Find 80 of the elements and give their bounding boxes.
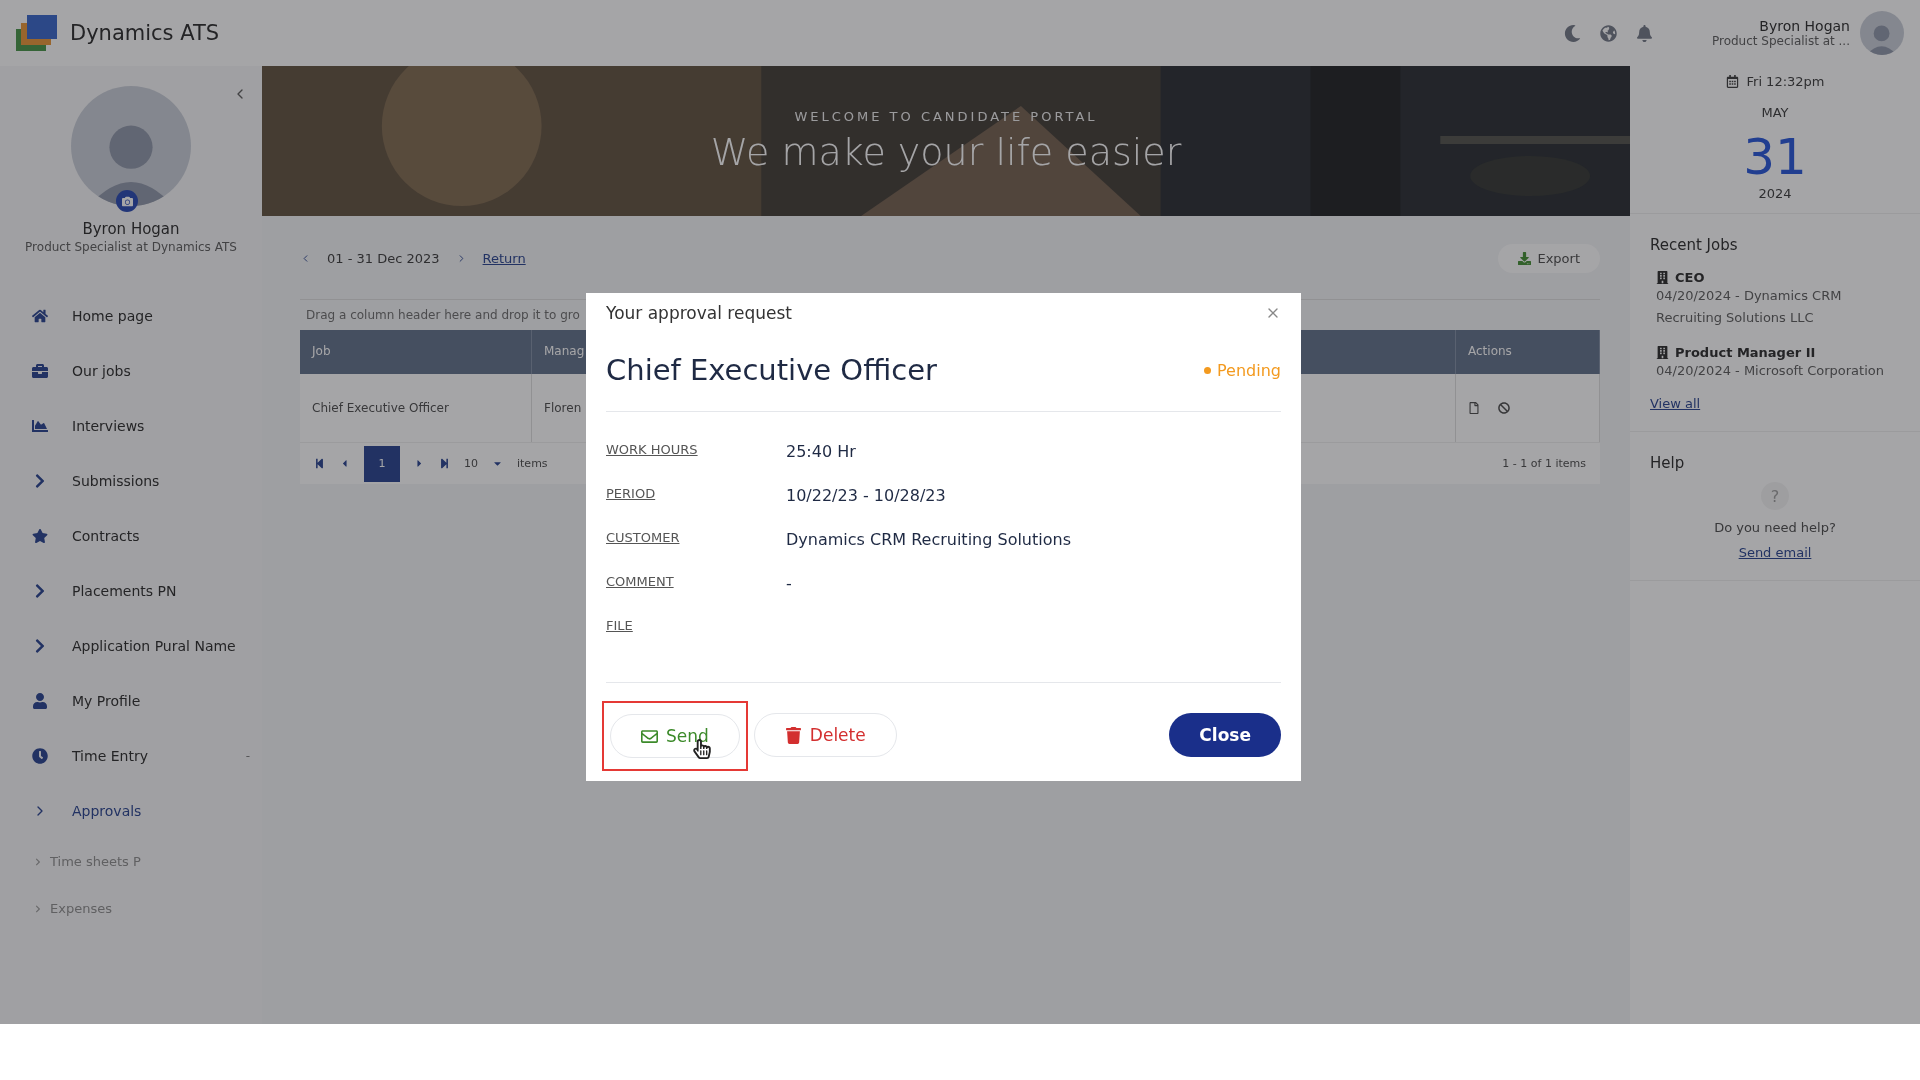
table-cell: Chief Executive Officer xyxy=(300,374,532,442)
building-icon xyxy=(1656,346,1669,359)
job-title[interactable]: CEO xyxy=(1656,270,1900,285)
nav-item[interactable]: Interviews xyxy=(0,398,262,453)
logo-icon xyxy=(16,13,58,53)
star-icon xyxy=(32,527,48,544)
building-icon xyxy=(1656,271,1669,284)
status-dot xyxy=(1204,366,1212,374)
field-label: CUSTOMER xyxy=(606,530,681,547)
return-link[interactable]: Return xyxy=(482,251,526,266)
column-header[interactable]: Actions xyxy=(1456,330,1600,374)
briefcase-icon xyxy=(32,362,48,379)
field-value: - xyxy=(786,574,793,595)
caret-icon xyxy=(34,904,42,913)
download-icon xyxy=(1518,252,1532,265)
close-button[interactable]: Close xyxy=(1169,713,1281,757)
last-page-icon[interactable] xyxy=(439,458,450,469)
date-range: 01 - 31 Dec 2023 xyxy=(327,251,440,266)
nav-item[interactable]: Time Entry - xyxy=(0,728,262,783)
caret-icon xyxy=(34,857,42,866)
clock-icon xyxy=(32,747,48,764)
page-button[interactable]: 1 xyxy=(364,445,400,482)
banner-kicker: WELCOME TO CANDIDATE PORTAL xyxy=(794,108,1098,124)
pager-summary: 1 - 1 of 1 items xyxy=(1502,457,1586,470)
camera-icon[interactable] xyxy=(116,190,138,212)
nav-item[interactable]: Approvals xyxy=(0,783,262,838)
job-detail: 04/20/2024 - Dynamics CRM Recruiting Solutions LLC xyxy=(1656,287,1843,327)
trash-icon xyxy=(784,726,802,744)
field-value: 10/22/23 - 10/28/23 xyxy=(786,486,947,507)
current-time: Fri 12:32pm xyxy=(1725,74,1825,89)
field-value: 25:40 Hr xyxy=(786,442,857,463)
app-name: Dynamics ATS xyxy=(70,21,220,45)
nav-item[interactable]: Contracts xyxy=(0,508,262,563)
user-role: Product Specialist at ... xyxy=(1711,34,1850,48)
banner-headline: We make your life easier xyxy=(710,129,1182,174)
export-button[interactable]: Export xyxy=(1498,244,1600,273)
home-icon xyxy=(32,307,48,324)
nav-marker: - xyxy=(245,748,250,763)
nav-item[interactable]: Home page xyxy=(0,288,262,343)
delete-button[interactable]: Delete xyxy=(753,713,897,757)
column-header[interactable]: Job xyxy=(300,330,532,374)
help-text: Do you need help? xyxy=(1714,520,1836,535)
cancel-icon[interactable] xyxy=(1498,402,1510,414)
globe-icon[interactable] xyxy=(1599,24,1617,42)
chart-icon xyxy=(32,417,48,434)
section-title: Recent Jobs xyxy=(1650,236,1739,254)
page-size-label: items xyxy=(517,457,548,470)
file-icon[interactable] xyxy=(1468,402,1480,414)
nav-item[interactable]: My Profile xyxy=(0,673,262,728)
send-email-link[interactable]: Send email xyxy=(1738,545,1812,560)
first-page-icon[interactable] xyxy=(314,458,325,469)
job-title[interactable]: Product Manager II xyxy=(1656,345,1900,360)
year: 2024 xyxy=(1758,186,1792,201)
nav-item[interactable]: Submissions xyxy=(0,453,262,508)
view-all-link[interactable]: View all xyxy=(1650,396,1701,411)
nav-item[interactable]: Placements PN xyxy=(0,563,262,618)
page-size[interactable]: 10 xyxy=(464,457,478,470)
field-label: WORK HOURS xyxy=(606,442,699,459)
nav-item[interactable]: Our jobs xyxy=(0,343,262,398)
field-label: PERIOD xyxy=(606,486,657,503)
field-label: COMMENT xyxy=(606,574,675,591)
nav-item[interactable]: Application Pural Name xyxy=(0,618,262,673)
job-detail: 04/20/2024 - Microsoft Corporation xyxy=(1656,362,1885,380)
bell-icon[interactable] xyxy=(1635,24,1653,42)
section-title: Help xyxy=(1650,454,1686,472)
moon-icon[interactable] xyxy=(1563,24,1581,42)
dialog-title: Your approval request xyxy=(606,303,792,323)
day: 31 xyxy=(1743,132,1807,182)
send-button[interactable]: Send xyxy=(610,714,740,758)
profile-role: Product Specialist at Dynamics ATS xyxy=(25,240,237,254)
profile-name: Byron Hogan xyxy=(82,220,180,238)
user-icon xyxy=(32,692,48,709)
envelope-icon xyxy=(641,727,658,745)
avatar[interactable] xyxy=(1860,11,1904,55)
field-label: FILE xyxy=(606,618,634,635)
calendar-icon xyxy=(1725,75,1739,88)
field-value: Dynamics CRM Recruiting Solutions xyxy=(786,530,1072,551)
month: MAY xyxy=(1761,105,1789,120)
help-icon: ? xyxy=(1761,482,1789,510)
user-name: Byron Hogan xyxy=(1759,18,1850,34)
